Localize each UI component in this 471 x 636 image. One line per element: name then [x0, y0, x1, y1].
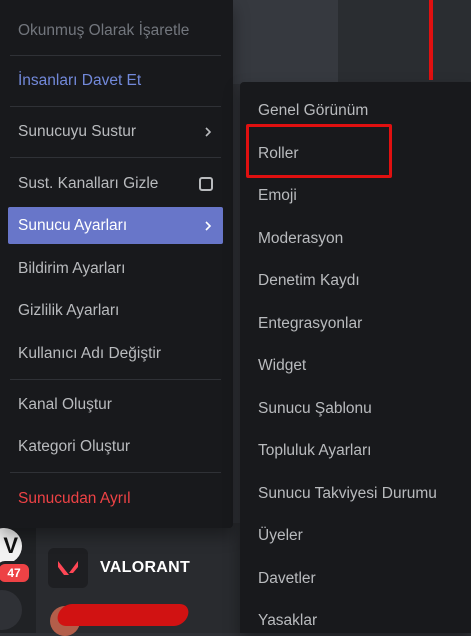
submenu-item-moderation[interactable]: Moderasyon [258, 224, 343, 254]
redacted-username [55, 604, 191, 626]
submenu-item-label: Moderasyon [258, 230, 344, 247]
submenu-item-label: Genel Görünüm [258, 102, 369, 119]
menu-item-label: Sunucudan Ayrıl [18, 489, 131, 507]
submenu-item-label: Denetim Kaydı [258, 272, 360, 289]
menu-item-invite-people[interactable]: İnsanları Davet Et [8, 62, 223, 99]
menu-divider [10, 55, 221, 56]
annotation-line [429, 0, 433, 80]
menu-item-label: Okunmuş Olarak İşaretle [18, 21, 190, 39]
submenu-item-widget[interactable]: Widget [258, 351, 306, 381]
activity-game: VALORANT [48, 548, 190, 588]
menu-item-create-category[interactable]: Kategori Oluştur [8, 428, 223, 465]
chevron-right-icon [205, 126, 212, 137]
submenu-item-community-settings[interactable]: Topluluk Ayarları [258, 436, 371, 466]
submenu-item-label: Yasaklar [258, 612, 318, 629]
menu-item-server-settings[interactable]: Sunucu Ayarları [8, 207, 223, 244]
menu-item-label: İnsanları Davet Et [18, 71, 142, 89]
menu-item-privacy-settings[interactable]: Gizlilik Ayarları [8, 292, 223, 329]
submenu-item-label: Topluluk Ayarları [258, 442, 372, 459]
server-context-menu: Okunmuş Olarak İşaretle İnsanları Davet … [0, 0, 233, 528]
submenu-item-label: Sunucu Şablonu [258, 400, 372, 417]
menu-divider [10, 379, 221, 380]
submenu-item-invites[interactable]: Davetler [258, 564, 316, 594]
checkbox[interactable] [199, 176, 213, 191]
submenu-item-emoji[interactable]: Emoji [258, 181, 297, 211]
submenu-item-server-template[interactable]: Sunucu Şablonu [258, 394, 372, 424]
submenu-item-integrations[interactable]: Entegrasyonlar [258, 309, 362, 339]
menu-divider [10, 106, 221, 107]
submenu-item-label: Widget [258, 357, 307, 374]
menu-divider [10, 472, 221, 473]
menu-divider [10, 157, 221, 158]
submenu-item-label: Davetler [258, 570, 316, 587]
menu-item-label: Gizlilik Ayarları [18, 301, 120, 319]
menu-item-notification-settings[interactable]: Bildirim Ayarları [8, 250, 223, 287]
submenu-item-overview[interactable]: Genel Görünüm [258, 96, 368, 126]
submenu-item-members[interactable]: Üyeler [258, 521, 303, 551]
menu-item-create-channel[interactable]: Kanal Oluştur [8, 386, 223, 423]
menu-item-label: Sunucu Ayarları [18, 216, 128, 234]
menu-item-label: Sunucuyu Sustur [18, 122, 137, 140]
submenu-item-server-boost-status[interactable]: Sunucu Takviyesi Durumu [258, 479, 437, 509]
menu-item-label: Sust. Kanalları Gizle [18, 174, 159, 192]
submenu-item-label: Üyeler [258, 527, 303, 544]
menu-item-leave-server[interactable]: Sunucudan Ayrıl [8, 480, 223, 517]
menu-item-label: Kategori Oluştur [18, 437, 130, 455]
submenu-item-bans[interactable]: Yasaklar [258, 606, 317, 636]
submenu-item-label: Entegrasyonlar [258, 315, 363, 332]
mention-badge: 47 [0, 561, 32, 585]
valorant-logo-icon [48, 548, 88, 588]
chevron-right-icon [205, 220, 212, 231]
menu-item-label: Kullanıcı Adı Değiştir [18, 344, 162, 362]
submenu-item-label: Emoji [258, 187, 297, 204]
background-panel-dark [338, 0, 471, 84]
menu-item-mark-as-read[interactable]: Okunmuş Olarak İşaretle [8, 12, 223, 49]
submenu-item-label: Sunucu Takviyesi Durumu [258, 485, 437, 502]
submenu-item-audit-log[interactable]: Denetim Kaydı [258, 266, 360, 296]
highlight-annotation-box [246, 124, 392, 178]
menu-item-label: Bildirim Ayarları [18, 259, 126, 277]
menu-item-mute-server[interactable]: Sunucuyu Sustur [8, 113, 223, 150]
game-name: VALORANT [100, 559, 191, 576]
menu-item-label: Kanal Oluştur [18, 395, 112, 413]
menu-item-change-nickname[interactable]: Kullanıcı Adı Değiştir [8, 335, 223, 372]
menu-item-hide-muted-channels[interactable]: Sust. Kanalları Gizle [8, 165, 223, 202]
